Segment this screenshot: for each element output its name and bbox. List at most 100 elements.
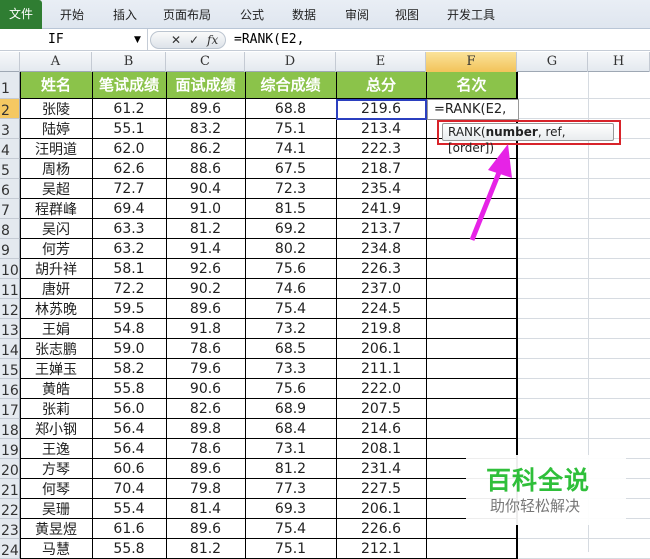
table-cell[interactable]: 75.1 [245,119,336,139]
table-cell[interactable]: 89.8 [166,419,245,439]
rank-cell[interactable] [426,379,517,399]
table-cell[interactable]: 227.5 [336,479,426,499]
table-cell[interactable]: 73.3 [245,359,336,379]
table-cell[interactable]: 83.2 [166,119,245,139]
table-cell[interactable]: 91.8 [166,319,245,339]
row-header-1[interactable]: 1 [0,72,20,99]
table-cell[interactable]: 胡升祥 [20,259,92,279]
tab-file[interactable]: 文件 [0,0,42,29]
table-cell[interactable]: 241.9 [336,199,426,219]
row-header-12[interactable]: 12 [0,299,20,319]
enter-icon[interactable]: ✓ [189,32,199,48]
header-cell[interactable]: 姓名 [20,72,92,99]
column-header-H[interactable]: H [588,52,650,72]
row-header-21[interactable]: 21 [0,479,20,499]
table-cell[interactable]: 222.3 [336,139,426,159]
table-cell[interactable]: 62.0 [92,139,166,159]
table-cell[interactable]: 70.4 [92,479,166,499]
column-header-G[interactable]: G [517,52,588,72]
table-cell[interactable]: 74.1 [245,139,336,159]
row-header-24[interactable]: 24 [0,539,20,559]
table-cell[interactable]: 211.1 [336,359,426,379]
table-cell[interactable]: 54.8 [92,319,166,339]
formula-input[interactable]: =RANK(E2, [234,29,304,51]
rank-cell[interactable] [426,539,517,559]
table-cell[interactable]: 73.2 [245,319,336,339]
table-cell[interactable]: 90.6 [166,379,245,399]
table-cell[interactable]: 74.6 [245,279,336,299]
table-cell[interactable]: 黄昱煜 [20,519,92,539]
row-header-17[interactable]: 17 [0,399,20,419]
table-cell[interactable]: 69.4 [92,199,166,219]
table-cell[interactable]: 72.2 [92,279,166,299]
column-header-C[interactable]: C [166,52,245,72]
row-header-5[interactable]: 5 [0,159,20,179]
table-cell[interactable]: 王娟 [20,319,92,339]
table-cell[interactable]: 张莉 [20,399,92,419]
row-header-20[interactable]: 20 [0,459,20,479]
tab-7[interactable]: 开发工具 [447,6,495,23]
table-cell[interactable]: 75.4 [245,299,336,319]
table-cell[interactable]: 78.6 [166,339,245,359]
row-header-23[interactable]: 23 [0,519,20,539]
table-cell[interactable]: 68.8 [245,99,336,119]
tab-6[interactable]: 视图 [395,6,419,23]
table-cell[interactable]: 231.4 [336,459,426,479]
table-cell[interactable]: 88.6 [166,159,245,179]
table-cell[interactable]: 222.0 [336,379,426,399]
table-cell[interactable]: 226.3 [336,259,426,279]
active-cell-editor[interactable]: =RANK(E2, [427,99,519,120]
table-cell[interactable]: 207.5 [336,399,426,419]
table-cell[interactable]: 55.4 [92,499,166,519]
insert-function-icon[interactable]: fx [207,32,218,48]
row-header-7[interactable]: 7 [0,199,20,219]
table-cell[interactable]: 235.4 [336,179,426,199]
table-cell[interactable]: 67.5 [245,159,336,179]
table-cell[interactable]: 206.1 [336,499,426,519]
table-cell[interactable]: 212.1 [336,539,426,559]
column-header-D[interactable]: D [245,52,336,72]
table-cell[interactable]: 55.8 [92,379,166,399]
table-cell[interactable]: 224.5 [336,299,426,319]
tab-4[interactable]: 数据 [292,6,316,23]
table-cell[interactable]: 81.5 [245,199,336,219]
table-cell[interactable]: 208.1 [336,439,426,459]
row-header-16[interactable]: 16 [0,379,20,399]
table-cell[interactable]: 61.2 [92,99,166,119]
table-cell[interactable]: 55.8 [92,539,166,559]
table-cell[interactable]: 91.4 [166,239,245,259]
rank-cell[interactable] [426,299,517,319]
row-header-6[interactable]: 6 [0,179,20,199]
tab-2[interactable]: 页面布局 [163,6,211,23]
table-cell[interactable]: 89.6 [166,299,245,319]
table-cell[interactable]: 92.6 [166,259,245,279]
table-cell[interactable]: 60.6 [92,459,166,479]
table-cell[interactable]: 59.5 [92,299,166,319]
table-cell[interactable]: 213.4 [336,119,426,139]
table-cell[interactable]: 王逸 [20,439,92,459]
table-cell[interactable]: 72.3 [245,179,336,199]
table-cell[interactable]: 69.3 [245,499,336,519]
tab-0[interactable]: 开始 [60,6,84,23]
rank-cell[interactable] [426,359,517,379]
table-cell[interactable]: 213.7 [336,219,426,239]
table-cell[interactable]: 62.6 [92,159,166,179]
table-cell[interactable]: 68.4 [245,419,336,439]
table-cell[interactable]: 何琴 [20,479,92,499]
header-cell[interactable]: 面试成绩 [166,72,245,99]
table-cell[interactable]: 吴超 [20,179,92,199]
table-cell[interactable]: 郑小钢 [20,419,92,439]
tooltip-arg-number[interactable]: number [486,125,538,139]
table-cell[interactable]: 77.3 [245,479,336,499]
table-cell[interactable]: 91.0 [166,199,245,219]
table-cell[interactable]: 75.6 [245,379,336,399]
header-cell[interactable]: 名次 [426,72,517,99]
row-header-9[interactable]: 9 [0,239,20,259]
table-cell[interactable]: 61.6 [92,519,166,539]
table-cell[interactable]: 89.6 [166,99,245,119]
table-cell[interactable]: 82.6 [166,399,245,419]
table-cell[interactable]: 75.4 [245,519,336,539]
tab-3[interactable]: 公式 [240,6,264,23]
table-cell[interactable]: 90.2 [166,279,245,299]
select-all-corner[interactable] [0,52,20,72]
